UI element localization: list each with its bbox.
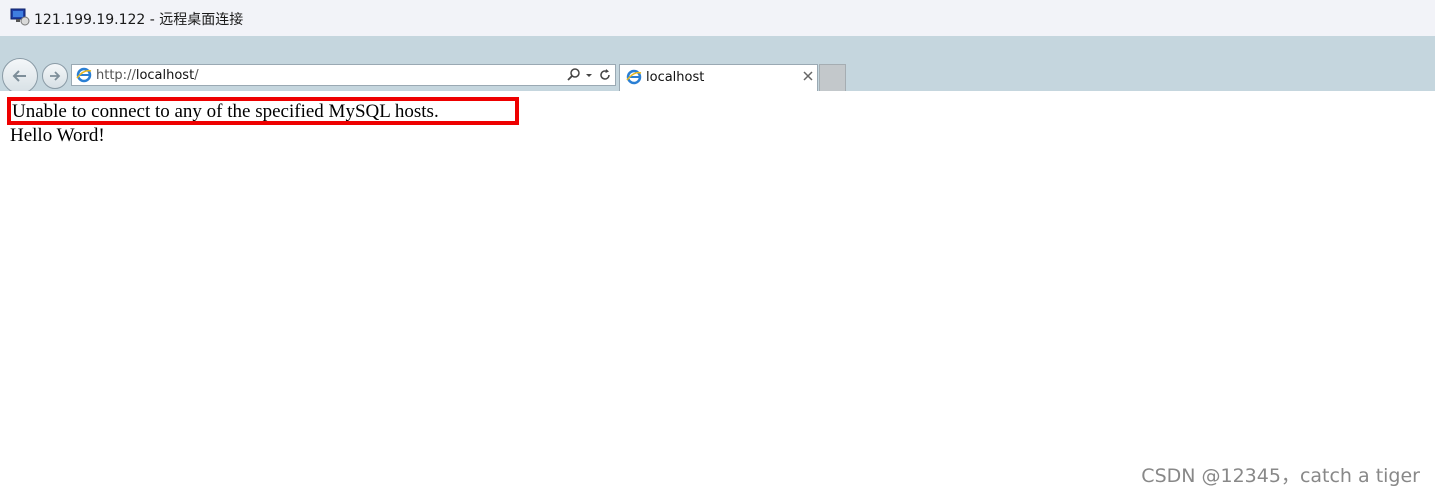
highlight-box [7, 97, 519, 125]
url-path: / [194, 68, 199, 83]
address-url[interactable]: http://localhost/ [96, 68, 199, 83]
watermark: CSDN @12345，catch a tiger [1141, 465, 1420, 487]
remote-desktop-titlebar: 121.199.19.122 - 远程桌面连接 [0, 0, 1435, 36]
forward-arrow-icon [50, 71, 61, 81]
back-arrow-icon [12, 70, 26, 82]
tab-localhost[interactable]: localhost [619, 64, 818, 91]
browser-chrome: http://localhost/ localhost [0, 36, 1435, 94]
refresh-icon[interactable] [597, 67, 613, 83]
new-tab-button[interactable] [819, 64, 846, 91]
window-title: 121.199.19.122 - 远程桌面连接 [34, 12, 244, 28]
url-protocol: http:// [96, 68, 136, 83]
page-content: Unable to connect to any of the specifie… [0, 91, 1435, 497]
search-icon[interactable] [566, 67, 582, 83]
close-icon[interactable] [802, 70, 814, 82]
remote-desktop-icon [10, 8, 30, 26]
chevron-down-icon[interactable] [584, 67, 594, 83]
ie-logo-icon [626, 69, 642, 85]
ie-logo-icon [76, 67, 92, 83]
hello-message: Hello Word! [10, 125, 105, 146]
tab-label: localhost [646, 70, 705, 85]
forward-button[interactable] [42, 63, 68, 89]
url-host: localhost [135, 68, 195, 83]
address-bar[interactable]: http://localhost/ [71, 64, 616, 86]
back-button[interactable] [2, 58, 38, 94]
